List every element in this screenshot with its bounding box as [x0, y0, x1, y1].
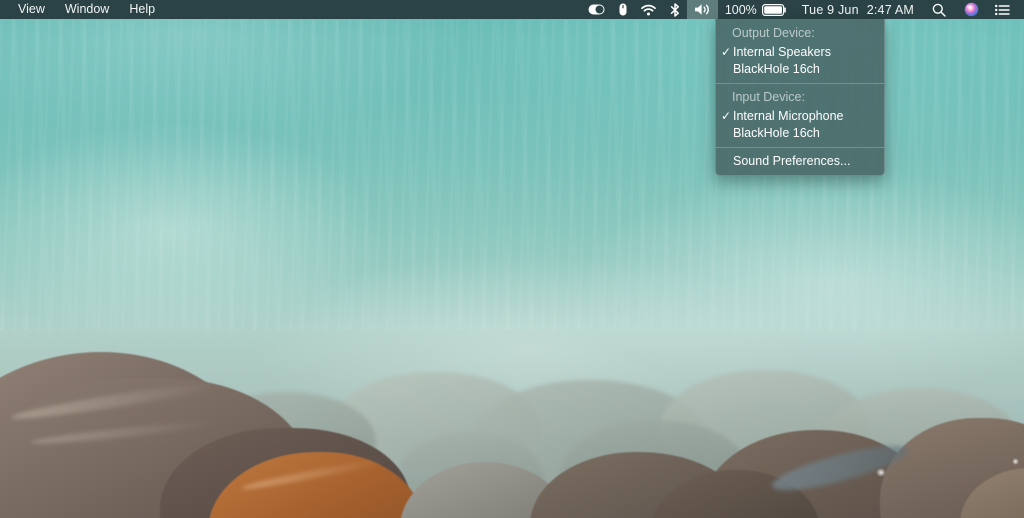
- checkmark-icon: ✓: [720, 44, 732, 59]
- bluetooth-icon: [670, 2, 680, 17]
- wifi-icon: [640, 4, 656, 16]
- wallpaper-pebble: [1012, 458, 1019, 465]
- battery-full-icon: [761, 3, 787, 16]
- menu-bar-status-items: 100% Tue 9 Jun 2:47 AM: [581, 0, 1024, 19]
- sound-menu-item-internal-microphone[interactable]: ✓ Internal Microphone: [716, 107, 884, 124]
- menubar-item-window[interactable]: Window: [55, 0, 119, 19]
- clock-time-label: 2:47 AM: [866, 2, 914, 17]
- sound-menu-footer: Sound Preferences...: [716, 151, 884, 171]
- menubar-item-view[interactable]: View: [8, 0, 55, 19]
- sound-menu-item-label: Internal Speakers: [733, 44, 831, 59]
- sound-menu-item-blackhole-output[interactable]: BlackHole 16ch: [716, 60, 884, 77]
- status-item-toggle[interactable]: [581, 0, 612, 19]
- sound-menu-output-header: Output Device:: [732, 26, 815, 40]
- sound-menu-item-label: BlackHole 16ch: [733, 61, 820, 76]
- status-item-notification-center[interactable]: [987, 0, 1018, 19]
- menu-bar-app-menus: View Window Help: [0, 0, 165, 19]
- status-item-siri[interactable]: [956, 0, 987, 19]
- battery-percent-label: 100%: [724, 2, 757, 17]
- checkmark-icon: ✓: [720, 108, 732, 123]
- status-item-bluetooth[interactable]: [663, 0, 687, 19]
- status-item-battery[interactable]: 100%: [718, 0, 794, 19]
- sound-menu-divider: [716, 83, 884, 84]
- clock-date-label: Tue 9 Jun: [801, 2, 859, 17]
- sound-menu-output-section: Output Device: ✓ Internal Speakers Black…: [716, 23, 884, 80]
- status-item-mouse[interactable]: [612, 0, 634, 19]
- sound-menu-divider: [716, 147, 884, 148]
- volume-speaker-icon: [694, 3, 711, 16]
- desktop-screen: View Window Help 100% Tue 9 Jun 2:47 AM …: [0, 0, 1024, 518]
- menubar-item-help[interactable]: Help: [119, 0, 165, 19]
- sound-menu-item-sound-preferences[interactable]: Sound Preferences...: [716, 152, 884, 169]
- wallpaper-pebble: [876, 468, 886, 477]
- search-icon: [932, 3, 946, 17]
- sound-menu-item-internal-speakers[interactable]: ✓ Internal Speakers: [716, 43, 884, 60]
- sound-menu-item-blackhole-input[interactable]: BlackHole 16ch: [716, 124, 884, 141]
- sound-menu-input-section: Input Device: ✓ Internal Microphone Blac…: [716, 87, 884, 144]
- sound-menu-item-label: Sound Preferences...: [733, 153, 851, 168]
- status-item-volume[interactable]: [686, 0, 718, 19]
- sound-menu-item-label: BlackHole 16ch: [733, 125, 820, 140]
- toggle-switch-icon: [588, 4, 605, 15]
- status-item-spotlight[interactable]: [922, 0, 956, 19]
- status-item-clock[interactable]: Tue 9 Jun 2:47 AM: [794, 0, 922, 19]
- notification-center-icon: [995, 4, 1010, 16]
- sound-menu-dropdown[interactable]: Output Device: ✓ Internal Speakers Black…: [715, 19, 885, 176]
- sound-menu-item-label: Internal Microphone: [733, 108, 844, 123]
- sound-menu-input-header: Input Device:: [732, 90, 805, 104]
- siri-icon: [964, 2, 979, 17]
- status-item-wifi[interactable]: [634, 0, 663, 19]
- menu-bar[interactable]: View Window Help 100% Tue 9 Jun 2:47 AM: [0, 0, 1024, 19]
- mouse-icon: [619, 3, 627, 16]
